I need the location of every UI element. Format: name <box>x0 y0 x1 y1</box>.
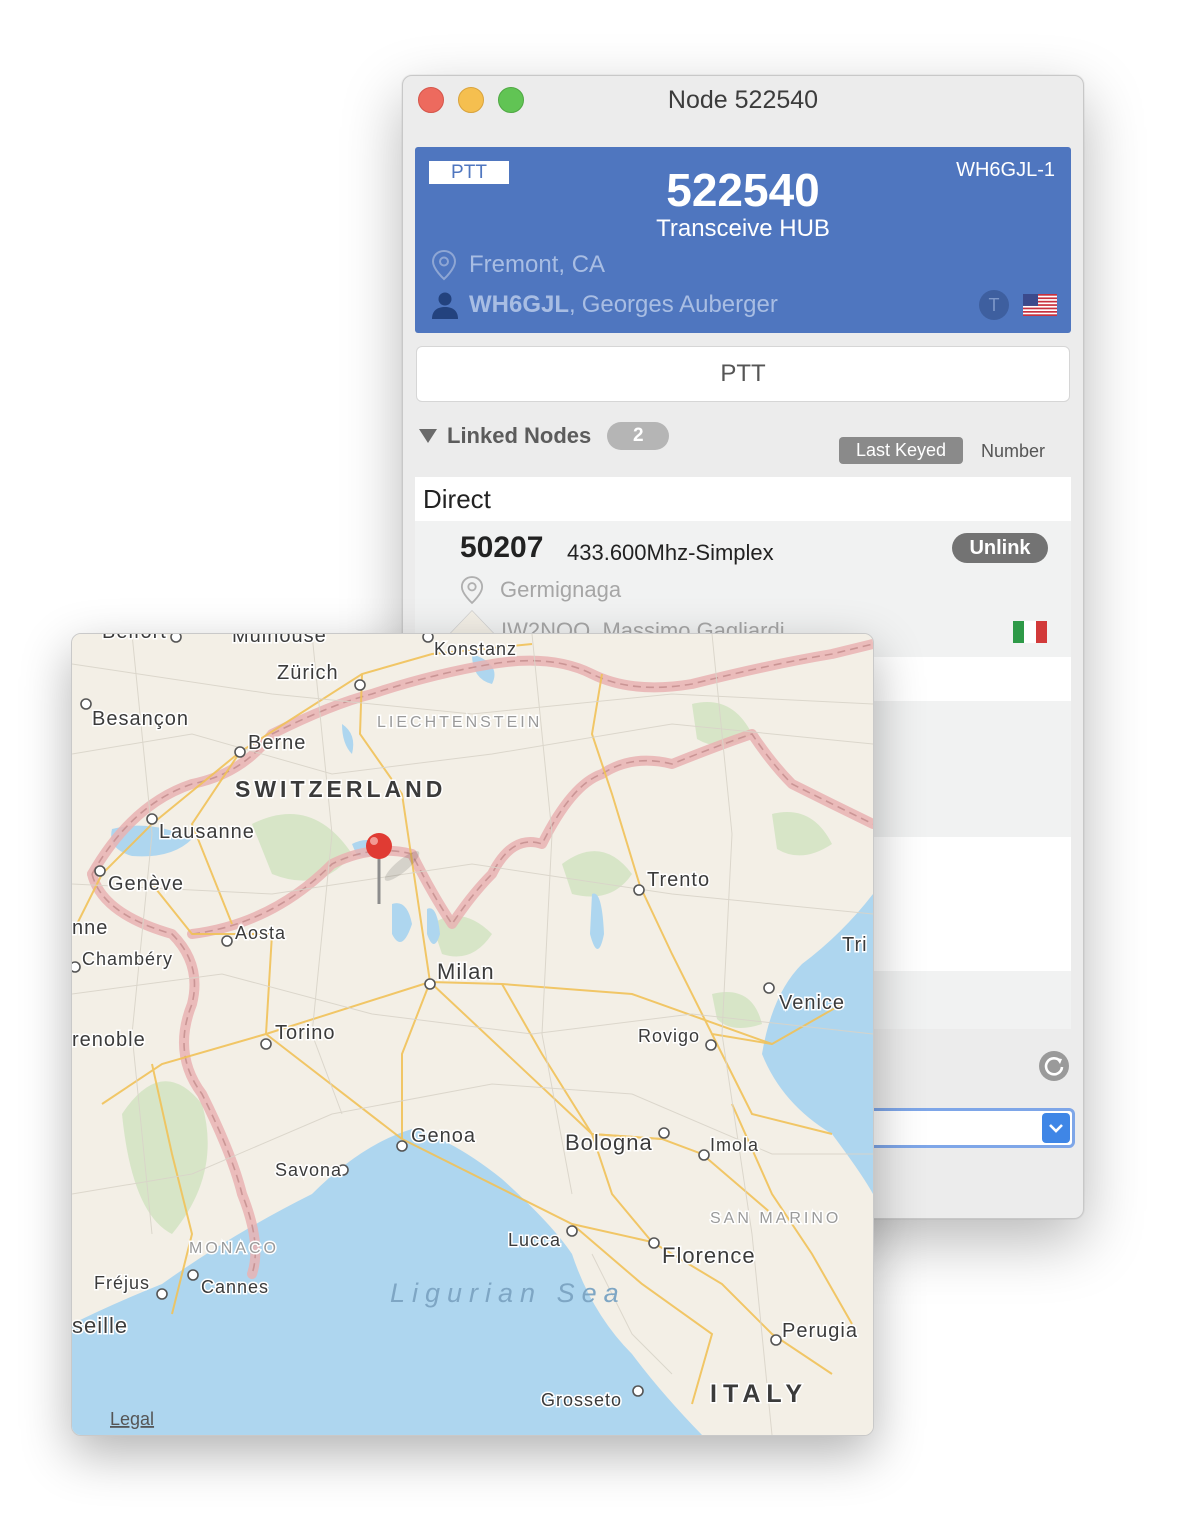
map-label-chambery: Chambéry <box>82 949 173 969</box>
popover-arrow <box>450 611 494 634</box>
person-icon <box>432 292 458 319</box>
map-label-genoa: Genoa <box>411 1125 476 1147</box>
linked-count-badge: 2 <box>607 422 670 450</box>
map-label-switzerland: SWITZERLAND <box>235 776 446 802</box>
window-title: Node 522540 <box>667 86 819 114</box>
map-label-san-marino: SAN MARINO <box>710 1210 841 1227</box>
map-label-florence: Florence <box>662 1243 756 1268</box>
map-label-anne: nne <box>72 917 108 939</box>
map-label-ligurian-sea: Ligurian Sea <box>390 1278 626 1308</box>
map-label-marseille: seille <box>72 1313 128 1338</box>
map-label-trento: Trento <box>647 869 710 891</box>
map-label-konstanz: Konstanz <box>434 639 517 659</box>
us-flag-icon <box>1023 294 1057 316</box>
linked-nodes-header[interactable]: Linked Nodes 2 <box>419 420 670 452</box>
map-label-monaco: MONACO <box>189 1240 279 1257</box>
map-label-grenoble: renoble <box>72 1029 146 1051</box>
map-label-lausanne: Lausanne <box>159 821 255 843</box>
map-label-lucca: Lucca <box>508 1230 561 1250</box>
map-label-milan: Milan <box>437 959 495 984</box>
map-label-besancon: Besançon <box>92 708 189 730</box>
refresh-icon[interactable] <box>1039 1051 1069 1081</box>
map-label-savona: Savona <box>275 1160 342 1180</box>
node-number: 522540 <box>666 164 820 216</box>
map-label-venice: Venice <box>779 992 845 1014</box>
map-label-frejus: Fréjus <box>94 1273 150 1293</box>
unlink-button[interactable]: Unlink <box>952 533 1048 563</box>
map-label-tri: Tri <box>842 934 868 956</box>
node-location: Fremont, CA <box>469 251 606 278</box>
ptt-button[interactable]: PTT <box>416 346 1070 402</box>
map-label-berne: Berne <box>248 732 306 754</box>
map-label-grosseto: Grosseto <box>541 1390 622 1410</box>
map-label-zurich: Zürich <box>277 662 339 684</box>
map-label-torino: Torino <box>275 1022 335 1044</box>
section-header-direct: Direct <box>415 477 1071 521</box>
map-label-mulhouse: Mulhouse <box>232 634 327 647</box>
linked-node-location: Germignaga <box>500 577 622 602</box>
sort-number-button[interactable]: Number <box>981 441 1045 462</box>
node-location-row[interactable]: Fremont, CA <box>431 247 605 283</box>
location-pin-icon <box>460 576 484 605</box>
node-header-card: PTT WH6GJL-1 522540 Transceive HUB Fremo… <box>415 147 1071 333</box>
node-owner-row: WH6GJL, Georges Auberger <box>431 287 778 323</box>
map-label-italy: ITALY <box>710 1380 808 1408</box>
owner-separator: , <box>569 291 576 318</box>
italy-flag-icon <box>1013 621 1047 643</box>
map-view[interactable]: Mulhouse Belfort Zürich Konstanz Besanço… <box>72 634 873 1435</box>
title-bar: Node 522540 <box>403 76 1083 124</box>
map-label-perugia: Perugia <box>782 1320 858 1342</box>
map-label-aosta: Aosta <box>235 923 286 943</box>
t-badge-icon: T <box>979 290 1009 320</box>
chevron-down-icon[interactable] <box>1042 1113 1070 1143</box>
map-label-cannes: Cannes <box>201 1277 269 1297</box>
map-label-bologna: Bologna <box>565 1130 653 1155</box>
linked-node-description: 433.600Mhz-Simplex <box>567 540 774 565</box>
linked-node-number: 50207 <box>460 531 544 564</box>
sort-last-keyed-button[interactable]: Last Keyed <box>839 437 963 464</box>
owner-callsign: WH6GJL <box>469 291 570 318</box>
linked-nodes-label: Linked Nodes <box>447 423 592 448</box>
owner-name: Georges Auberger <box>581 291 778 318</box>
map-label-belfort: Belfort <box>102 634 167 643</box>
map-legal-link[interactable]: Legal <box>110 1409 154 1429</box>
map-label-liechtenstein: LIECHTENSTEIN <box>377 714 542 731</box>
map-label-imola: Imola <box>710 1135 759 1155</box>
linked-node-location-row[interactable]: Germignaga <box>460 575 621 605</box>
node-type: Transceive HUB <box>656 215 830 242</box>
map-popover[interactable]: Mulhouse Belfort Zürich Konstanz Besanço… <box>71 633 874 1436</box>
disclosure-triangle-icon[interactable] <box>419 429 437 443</box>
map-label-rovigo: Rovigo <box>638 1026 700 1046</box>
map-label-geneve: Genève <box>108 873 184 895</box>
location-pin-icon <box>431 249 457 281</box>
